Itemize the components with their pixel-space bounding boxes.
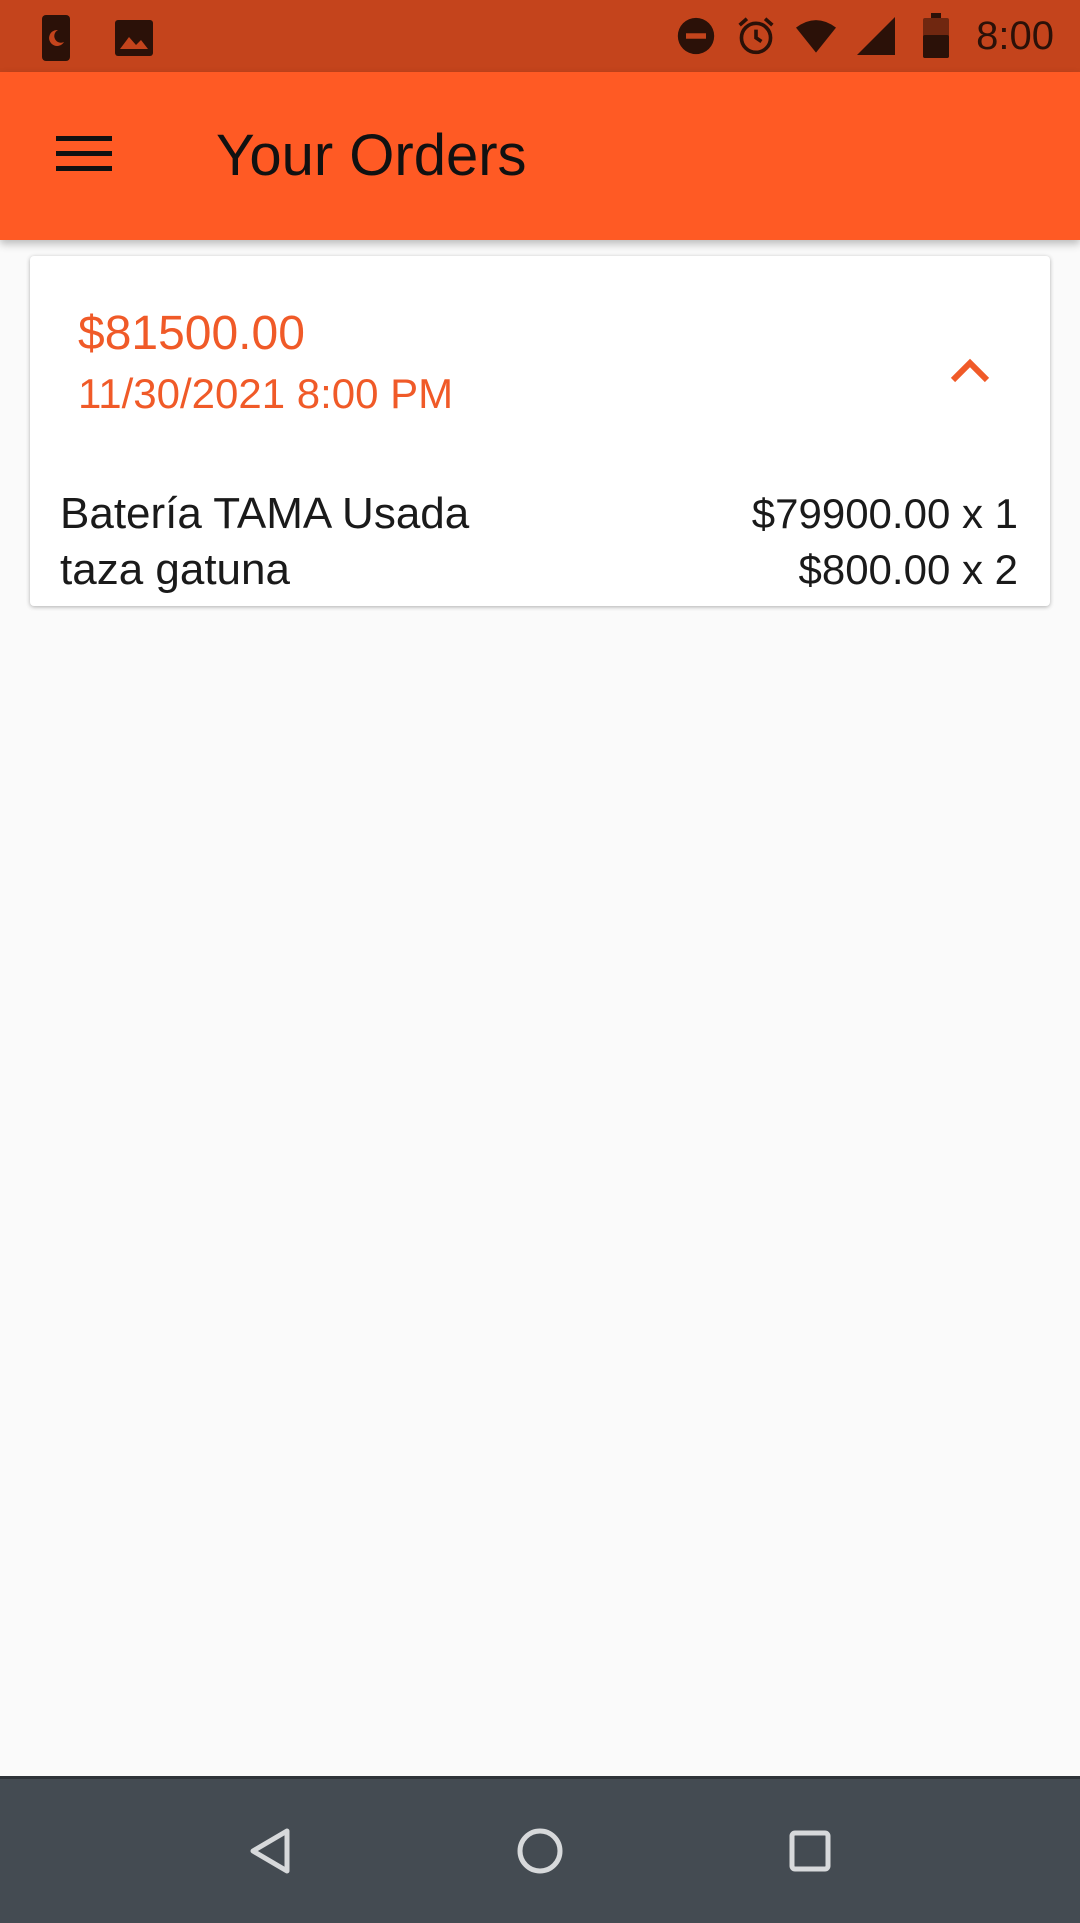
do-not-disturb-icon — [676, 12, 716, 60]
alarm-icon — [736, 12, 776, 60]
menu-icon — [56, 134, 112, 179]
collapse-button[interactable] — [926, 328, 1014, 416]
item-price-qty: $800.00 x 2 — [798, 546, 1018, 593]
item-price-qty: $79900.00 x 1 — [751, 490, 1018, 537]
app-bar: Your Orders — [0, 72, 1080, 240]
battery-icon — [916, 12, 956, 60]
page-title: Your Orders — [216, 123, 527, 188]
recents-button[interactable] — [770, 1813, 850, 1893]
wifi-icon — [796, 12, 837, 60]
status-time: 8:00 — [976, 14, 1054, 58]
phone-night-icon — [36, 14, 76, 62]
order-date: 11/30/2021 8:00 PM — [78, 370, 454, 417]
recents-icon — [785, 1826, 835, 1881]
menu-button[interactable] — [40, 116, 128, 196]
order-total: $81500.00 — [78, 307, 305, 360]
list-item: taza gatuna $800.00 x 2 — [60, 542, 1018, 598]
order-card[interactable]: $81500.00 11/30/2021 8:00 PM Batería TAM… — [30, 256, 1050, 606]
home-button[interactable] — [500, 1813, 580, 1893]
back-icon — [245, 1826, 295, 1881]
signal-icon — [856, 12, 896, 60]
order-items: Batería TAMA Usada $79900.00 x 1 taza ga… — [60, 486, 1018, 598]
image-icon — [114, 14, 154, 62]
list-item: Batería TAMA Usada $79900.00 x 1 — [60, 486, 1018, 542]
chevron-up-icon — [950, 357, 990, 388]
item-name: Batería TAMA Usada — [60, 489, 470, 538]
home-icon — [515, 1826, 565, 1881]
navigation-bar — [0, 1776, 1080, 1923]
item-name: taza gatuna — [60, 545, 290, 594]
status-bar: 8:00 — [0, 0, 1080, 72]
back-button[interactable] — [230, 1813, 310, 1893]
